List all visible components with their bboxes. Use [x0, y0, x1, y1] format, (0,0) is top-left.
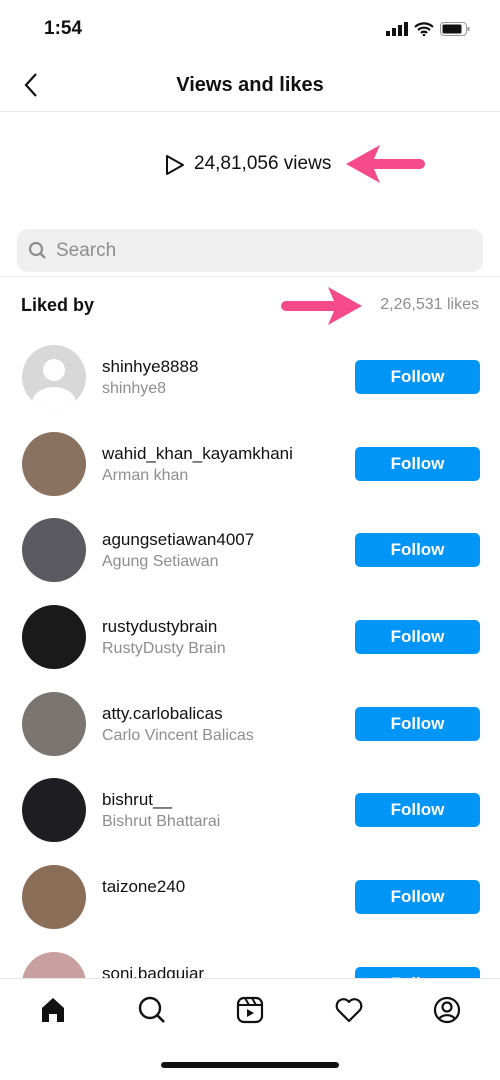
follow-button[interactable]: Follow	[355, 360, 480, 394]
avatar[interactable]	[22, 865, 86, 930]
status-bar: 1:54	[0, 0, 500, 60]
annotation-arrow-right-icon	[281, 287, 362, 325]
username[interactable]: bishrut__	[102, 790, 172, 810]
full-name: Carlo Vincent Balicas	[102, 726, 254, 744]
avatar[interactable]	[22, 605, 86, 670]
follow-button[interactable]: Follow	[355, 793, 480, 828]
avatar[interactable]	[22, 431, 86, 496]
play-icon	[166, 155, 184, 175]
page-title: Views and likes	[176, 74, 324, 96]
home-icon[interactable]	[38, 995, 68, 1025]
avatar[interactable]	[22, 518, 86, 583]
follow-button[interactable]: Follow	[355, 966, 480, 978]
search-input[interactable]: Search	[17, 229, 483, 272]
list-item[interactable]: taizone240 Follow	[0, 855, 500, 942]
likes-count: 2,26,531 likes	[380, 296, 479, 313]
list-item[interactable]: agungsetiawan4007 Agung Setiawan Follow	[0, 508, 500, 595]
avatar[interactable]	[22, 778, 86, 843]
list-item[interactable]: atty.carlobalicas Carlo Vincent Balicas …	[0, 682, 500, 769]
header: Views and likes	[0, 60, 500, 112]
follow-button[interactable]: Follow	[355, 446, 480, 481]
username[interactable]: soni.badgujar	[102, 964, 204, 978]
liked-by-label: Liked by	[21, 295, 95, 315]
list-item[interactable]: shinhye8888 shinhye8 Follow	[0, 335, 500, 422]
full-name: Bishrut Bhattarai	[102, 813, 221, 831]
clock: 1:54	[44, 18, 83, 39]
list-item[interactable]: rustydustybrain RustyDusty Brain Follow	[0, 595, 500, 682]
avatar[interactable]	[22, 345, 86, 409]
username[interactable]: rustydustybrain	[102, 617, 217, 637]
search-placeholder: Search	[56, 240, 117, 261]
wifi-icon	[414, 22, 434, 36]
annotation-arrow-left-icon	[346, 145, 425, 183]
avatar[interactable]	[22, 691, 86, 756]
home-indicator[interactable]	[161, 1062, 339, 1068]
username[interactable]: shinhye8888	[102, 357, 198, 377]
list-item[interactable]: wahid_khan_kayamkhani Arman khan Follow	[0, 422, 500, 509]
avatar[interactable]	[22, 951, 86, 978]
full-name: Agung Setiawan	[102, 553, 219, 571]
views-text: 24,81,056 views	[194, 153, 332, 174]
follow-button[interactable]: Follow	[355, 880, 480, 915]
profile-icon[interactable]	[432, 995, 462, 1025]
reels-icon[interactable]	[235, 995, 265, 1025]
list-item[interactable]: bishrut__ Bishrut Bhattarai Follow	[0, 768, 500, 855]
full-name: RustyDusty Brain	[102, 640, 226, 658]
full-name: shinhye8	[102, 380, 167, 397]
signal-icon	[386, 22, 408, 36]
follow-button[interactable]: Follow	[355, 620, 480, 655]
full-name: Arman khan	[102, 466, 189, 484]
username[interactable]: wahid_khan_kayamkhani	[102, 444, 293, 464]
follow-button[interactable]: Follow	[355, 706, 480, 741]
follow-button[interactable]: Follow	[355, 533, 480, 568]
username[interactable]: agungsetiawan4007	[102, 530, 254, 550]
list-item[interactable]: soni.badgujar Follow	[0, 942, 500, 978]
battery-icon	[440, 22, 470, 36]
search-icon[interactable]	[137, 995, 167, 1025]
username[interactable]: taizone240	[102, 877, 185, 897]
heart-icon[interactable]	[334, 995, 364, 1025]
search-icon	[28, 241, 46, 259]
divider	[0, 276, 500, 277]
username[interactable]: atty.carlobalicas	[102, 704, 223, 724]
likers-list: shinhye8888 shinhye8 Follow wahid_khan_k…	[0, 335, 500, 978]
